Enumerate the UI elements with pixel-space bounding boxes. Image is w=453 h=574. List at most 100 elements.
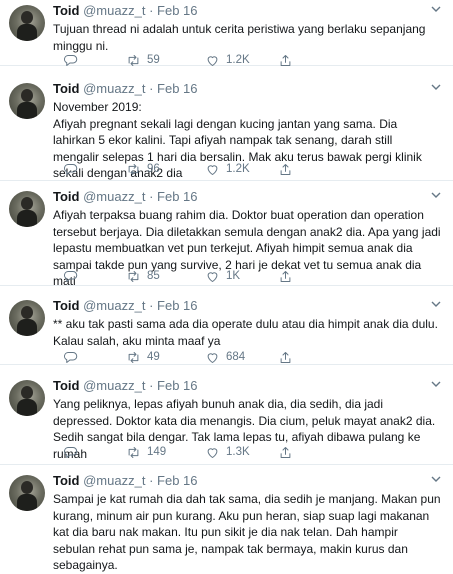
- like-icon: [207, 55, 218, 66]
- separator-dot: ·: [149, 189, 154, 204]
- like-icon: [207, 447, 218, 458]
- chevron-down-icon[interactable]: [429, 298, 443, 310]
- chevron-down-icon[interactable]: [429, 3, 443, 15]
- like-button[interactable]: 1.3K: [205, 444, 250, 460]
- author-name[interactable]: Toid: [53, 189, 79, 204]
- author-name[interactable]: Toid: [53, 3, 79, 18]
- tweet-header: Toid @muazz_t · Feb 16: [53, 189, 198, 205]
- tweet-text: Tujuan thread ni adalah untuk cerita per…: [53, 22, 426, 53]
- author-handle[interactable]: @muazz_t: [83, 81, 145, 96]
- like-button[interactable]: 684: [205, 349, 245, 365]
- reply-button[interactable]: [63, 349, 78, 365]
- reply-button[interactable]: [63, 444, 78, 460]
- author-name[interactable]: Toid: [53, 81, 79, 96]
- tweet-date[interactable]: Feb 16: [157, 3, 197, 18]
- reply-icon: [63, 54, 78, 66]
- tweet[interactable]: Toid @muazz_t · Feb 16 Afiyah terpaksa b…: [0, 186, 453, 288]
- author-name[interactable]: Toid: [53, 298, 79, 313]
- author-handle[interactable]: @muazz_t: [83, 3, 145, 18]
- share-button[interactable]: [278, 161, 293, 177]
- retweet-icon: [128, 54, 139, 66]
- retweet-count: 96: [147, 163, 160, 175]
- tweet-date[interactable]: Feb 16: [157, 473, 197, 488]
- share-button[interactable]: [278, 444, 293, 460]
- author-name[interactable]: Toid: [53, 473, 79, 488]
- tweet-header: Toid @muazz_t · Feb 16: [53, 378, 198, 394]
- retweet-icon: [128, 163, 139, 175]
- tweet-header: Toid @muazz_t · Feb 16: [53, 473, 198, 489]
- share-button[interactable]: [278, 349, 293, 365]
- like-icon: [207, 271, 218, 282]
- like-button[interactable]: 1.2K: [205, 52, 250, 68]
- avatar[interactable]: [9, 475, 45, 511]
- reply-button[interactable]: [63, 268, 78, 284]
- retweet-button[interactable]: 149: [126, 444, 166, 460]
- separator-dot: ·: [149, 81, 154, 96]
- like-icon: [207, 164, 218, 175]
- tweet-actions: 49 684: [53, 349, 433, 365]
- tweet-date[interactable]: Feb 16: [157, 81, 197, 96]
- retweet-count: 149: [147, 446, 167, 458]
- share-icon: [280, 163, 291, 175]
- tweet-date[interactable]: Feb 16: [157, 189, 197, 204]
- share-icon: [280, 54, 291, 66]
- chevron-down-icon[interactable]: [429, 81, 443, 93]
- like-icon: [207, 352, 218, 363]
- tweet[interactable]: Toid @muazz_t · Feb 16 Sampai je kat rum…: [0, 470, 453, 572]
- reply-icon: [63, 270, 78, 282]
- tweet-thread: Toid @muazz_t · Feb 16 Tujuan thread ni …: [0, 0, 453, 572]
- tweet-header: Toid @muazz_t · Feb 16: [53, 3, 198, 19]
- tweet-text: ** aku tak pasti sama ada dia operate du…: [53, 317, 438, 348]
- avatar[interactable]: [9, 300, 45, 336]
- tweet-date[interactable]: Feb 16: [157, 298, 197, 313]
- chevron-down-icon[interactable]: [429, 473, 443, 485]
- tweet-actions: 59 1.2K: [53, 52, 433, 68]
- tweet-actions: 96 1.2K: [53, 161, 433, 177]
- author-handle[interactable]: @muazz_t: [83, 378, 145, 393]
- like-button[interactable]: 1.2K: [205, 161, 250, 177]
- tweet-actions: 149 1.3K: [53, 444, 433, 460]
- separator-dot: ·: [149, 378, 154, 393]
- like-button[interactable]: 1K: [205, 268, 240, 284]
- retweet-button[interactable]: 85: [126, 268, 160, 284]
- author-handle[interactable]: @muazz_t: [83, 473, 145, 488]
- avatar[interactable]: [9, 83, 45, 119]
- share-icon: [280, 446, 291, 458]
- like-count: 1.2K: [226, 54, 250, 66]
- like-count: 1.3K: [226, 446, 250, 458]
- separator-dot: ·: [149, 298, 154, 313]
- reply-icon: [63, 446, 78, 458]
- retweet-button[interactable]: 96: [126, 161, 160, 177]
- avatar[interactable]: [9, 380, 45, 416]
- author-handle[interactable]: @muazz_t: [83, 189, 145, 204]
- tweet[interactable]: Toid @muazz_t · Feb 16 November 2019: Af…: [0, 78, 453, 181]
- retweet-count: 59: [147, 54, 160, 66]
- reply-button[interactable]: [63, 161, 78, 177]
- avatar[interactable]: [9, 191, 45, 227]
- tweet-header: Toid @muazz_t · Feb 16: [53, 81, 198, 97]
- retweet-button[interactable]: 59: [126, 52, 160, 68]
- share-button[interactable]: [278, 52, 293, 68]
- author-name[interactable]: Toid: [53, 378, 79, 393]
- chevron-down-icon[interactable]: [429, 189, 443, 201]
- tweet[interactable]: Toid @muazz_t · Feb 16 Tujuan thread ni …: [0, 0, 453, 66]
- like-count: 684: [226, 351, 246, 363]
- retweet-count: 85: [147, 270, 160, 282]
- retweet-count: 49: [147, 351, 160, 363]
- separator-dot: ·: [149, 473, 154, 488]
- share-icon: [280, 270, 291, 282]
- share-button[interactable]: [278, 268, 293, 284]
- chevron-down-icon[interactable]: [429, 378, 443, 390]
- avatar[interactable]: [9, 5, 45, 41]
- tweet[interactable]: Toid @muazz_t · Feb 16 ** aku tak pasti …: [0, 295, 453, 365]
- reply-button[interactable]: [63, 52, 78, 68]
- tweet[interactable]: Toid @muazz_t · Feb 16 Yang peliknya, le…: [0, 375, 453, 465]
- reply-icon: [63, 351, 78, 363]
- share-icon: [280, 351, 291, 363]
- retweet-button[interactable]: 49: [126, 349, 160, 365]
- tweet-date[interactable]: Feb 16: [157, 378, 197, 393]
- tweet-header: Toid @muazz_t · Feb 16: [53, 298, 198, 314]
- author-handle[interactable]: @muazz_t: [83, 298, 145, 313]
- retweet-icon: [128, 446, 139, 458]
- tweet-actions: 85 1K: [53, 268, 433, 284]
